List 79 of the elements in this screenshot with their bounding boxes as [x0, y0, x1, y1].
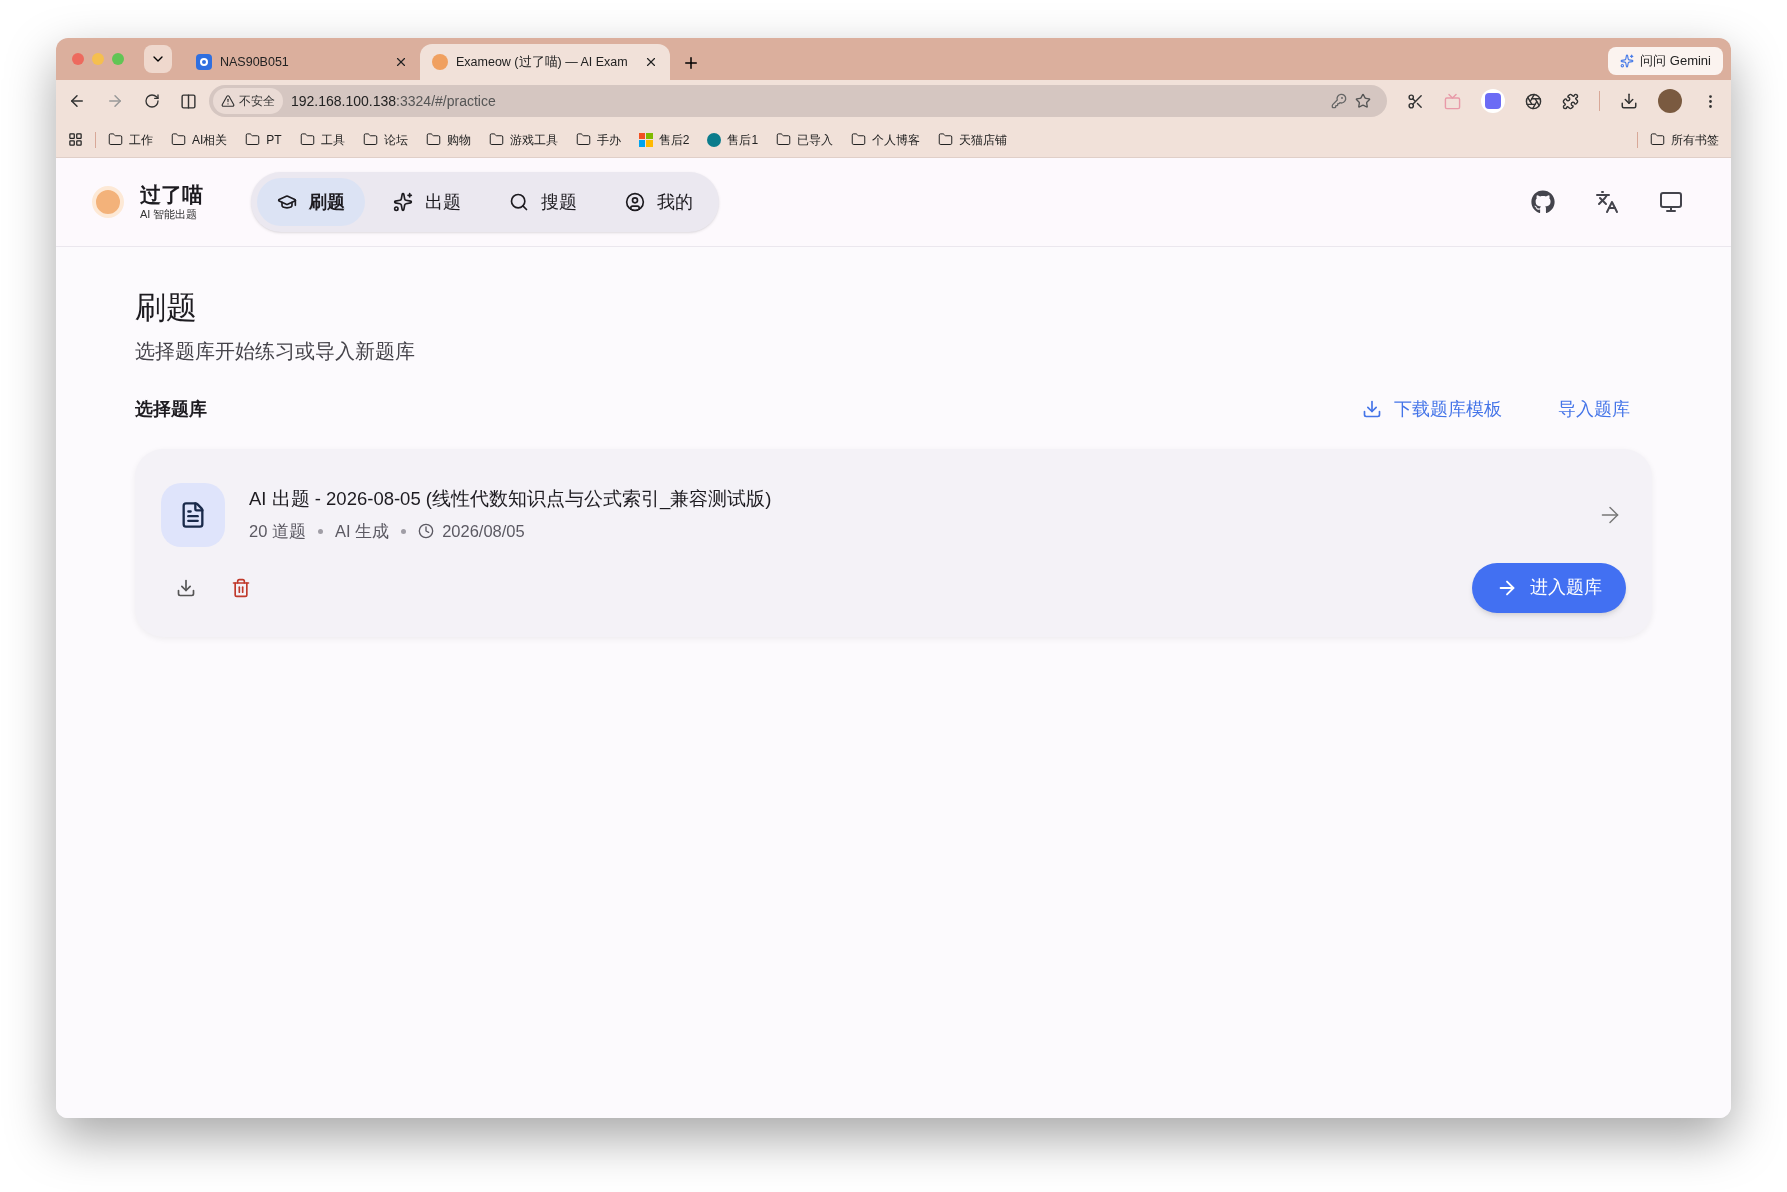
reload-icon[interactable] — [144, 93, 160, 109]
question-bank-card[interactable]: AI 出题 - 2026-08-05 (线性代数知识点与公式索引_兼容测试版) 20 道题 AI 生成 2026/08/05 进入题库 — [135, 448, 1652, 637]
folder-icon — [108, 132, 123, 147]
bookmark-item[interactable]: 工具 — [299, 130, 345, 149]
folder-icon — [362, 132, 378, 147]
translate-icon[interactable] — [1595, 190, 1619, 214]
folder-icon — [171, 132, 186, 147]
avatar[interactable] — [1658, 89, 1682, 113]
bookmark-item[interactable]: 工作 — [108, 130, 153, 149]
bank-title: AI 出题 - 2026-08-05 (线性代数知识点与公式索引_兼容测试版) — [249, 487, 773, 512]
nav-tab[interactable]: 我的 — [605, 178, 713, 226]
bookmark-item[interactable]: 所有书签 — [1650, 130, 1719, 149]
date-label: 2026/08/05 — [442, 521, 525, 542]
tab-list-button[interactable] — [144, 45, 172, 73]
bookmark-item[interactable]: 论坛 — [362, 130, 408, 149]
star-icon[interactable] — [1355, 93, 1371, 109]
sparkles-icon — [393, 192, 413, 212]
folder-icon — [938, 132, 954, 147]
folder-icon — [245, 132, 261, 147]
github-icon[interactable] — [1531, 190, 1555, 214]
browser-tab[interactable]: NAS90B051 — [184, 44, 420, 80]
puzzle-icon[interactable] — [1562, 92, 1579, 110]
aperture-icon[interactable] — [1525, 92, 1542, 110]
download-icon[interactable] — [176, 577, 196, 598]
folder-icon — [425, 132, 441, 147]
monitor-icon[interactable] — [1659, 190, 1683, 214]
back-icon[interactable] — [68, 92, 86, 110]
enter-bank-button[interactable]: 进入题库 — [1472, 562, 1626, 613]
page-subtitle: 选择题库开始练习或导入新题库 — [135, 338, 416, 364]
close-icon[interactable] — [394, 55, 408, 69]
nav-tab[interactable]: 搜题 — [489, 178, 597, 226]
download-icon — [1362, 399, 1382, 419]
download-template-link[interactable]: 下载题库模板 — [1362, 395, 1502, 423]
address-bar[interactable]: 不安全 192.168.100.138:3324/#/practice — [209, 85, 1387, 117]
split-view-icon[interactable] — [180, 92, 197, 110]
page-title: 刷题 — [135, 289, 198, 327]
browser-tab[interactable]: Exameow (过了喵) — AI Exam — [420, 44, 670, 80]
bookmark-item[interactable]: 售后1 — [707, 130, 759, 149]
folder-icon — [851, 132, 867, 147]
user-icon — [625, 192, 645, 212]
source-label: AI 生成 — [334, 521, 390, 542]
bookmark-item[interactable]: PT — [245, 130, 282, 149]
key-icon[interactable] — [1331, 93, 1347, 109]
extension-icon[interactable] — [1481, 89, 1505, 113]
bookmark-item[interactable]: AI相关 — [171, 130, 228, 149]
clock-icon — [418, 523, 435, 540]
bookmark-item[interactable]: 售后2 — [638, 130, 690, 149]
question-count: 20 道题 — [249, 521, 306, 542]
delete-icon[interactable] — [231, 577, 251, 598]
graduation-cap-icon — [277, 192, 297, 212]
bookmark-item[interactable]: 个人博客 — [851, 130, 921, 149]
import-link[interactable]: 导入题库 — [1558, 395, 1630, 423]
nav-tab[interactable]: 刷题 — [257, 178, 365, 226]
folder-icon — [488, 132, 504, 147]
tab-title: Exameow (过了喵) — AI Exam — [456, 53, 628, 71]
gemini-button[interactable]: 问问 Gemini — [1608, 47, 1723, 75]
bookmark-item[interactable]: 游戏工具 — [488, 130, 558, 149]
folder-icon — [299, 132, 315, 147]
bookmark-item[interactable]: 购物 — [425, 130, 471, 149]
bookmark-item[interactable]: 手办 — [575, 130, 621, 149]
nav-tab[interactable]: 出题 — [373, 178, 481, 226]
search-icon — [509, 192, 529, 212]
bookmark-item[interactable]: 天猫店铺 — [938, 130, 1008, 149]
apps-icon[interactable] — [68, 132, 83, 147]
sparkle-icon — [1620, 54, 1635, 68]
section-title: 选择题库 — [135, 397, 207, 421]
logo-subtitle: AI 智能出题 — [140, 208, 199, 222]
bookmark-item[interactable]: 已导入 — [776, 130, 834, 149]
security-badge[interactable]: 不安全 — [213, 88, 283, 114]
folder-icon — [575, 132, 591, 147]
tiles-icon — [638, 132, 653, 147]
warning-icon — [221, 94, 235, 108]
folder-icon — [776, 132, 792, 147]
folder-icon — [1650, 132, 1665, 147]
document-icon — [161, 482, 225, 547]
logo-title: 过了喵 — [140, 182, 203, 208]
tab-title: NAS90B051 — [220, 53, 289, 71]
url-text: 192.168.100.138:3324/#/practice — [291, 91, 497, 111]
download-icon[interactable] — [1620, 92, 1638, 110]
